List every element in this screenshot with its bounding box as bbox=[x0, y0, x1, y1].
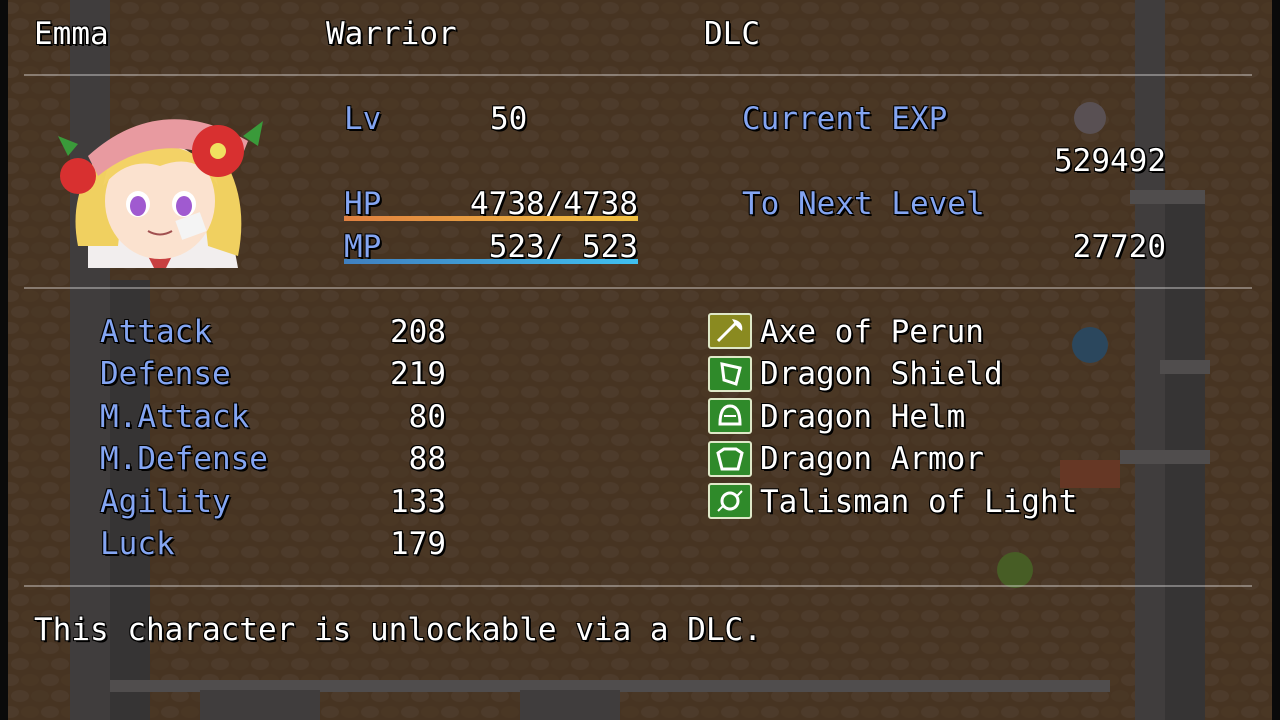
current-exp-label: Current EXP bbox=[742, 101, 948, 137]
separator-top bbox=[24, 74, 1252, 76]
character-portrait bbox=[58, 119, 263, 268]
level-label: Lv bbox=[344, 101, 382, 137]
param-label-mattack: M.Attack bbox=[100, 399, 250, 435]
level-value: 50 bbox=[490, 101, 528, 137]
param-value-mattack: 80 bbox=[408, 399, 446, 435]
param-label-mdefense: M.Defense bbox=[100, 441, 268, 477]
helm-icon bbox=[708, 398, 752, 434]
hp-gauge bbox=[344, 216, 638, 221]
window-frame-right bbox=[1272, 0, 1280, 720]
character-description: This character is unlockable via a DLC. bbox=[34, 612, 762, 648]
param-value-agility: 133 bbox=[390, 484, 446, 520]
equip-name-weapon: Axe of Perun bbox=[760, 314, 984, 350]
talisman-icon bbox=[708, 483, 752, 519]
separator-bottom bbox=[24, 585, 1252, 587]
shield-icon bbox=[708, 356, 752, 392]
window-frame-left bbox=[0, 0, 8, 720]
param-label-attack: Attack bbox=[100, 314, 212, 350]
param-label-agility: Agility bbox=[100, 484, 231, 520]
param-value-luck: 179 bbox=[390, 526, 446, 562]
current-exp-value: 529492 bbox=[1054, 143, 1166, 179]
equip-name-accessory: Talisman of Light bbox=[760, 484, 1078, 520]
param-label-luck: Luck bbox=[100, 526, 175, 562]
actor-name: Emma bbox=[34, 16, 109, 52]
armor-icon bbox=[708, 441, 752, 477]
axe-icon bbox=[708, 313, 752, 349]
equip-name-shield: Dragon Shield bbox=[760, 356, 1003, 392]
equip-name-body: Dragon Armor bbox=[760, 441, 984, 477]
separator-middle bbox=[24, 287, 1252, 289]
mp-gauge bbox=[344, 259, 638, 264]
param-value-mdefense: 88 bbox=[408, 441, 446, 477]
actor-nickname: DLC bbox=[704, 16, 760, 52]
param-label-defense: Defense bbox=[100, 356, 231, 392]
param-value-attack: 208 bbox=[390, 314, 446, 350]
param-value-defense: 219 bbox=[390, 356, 446, 392]
next-level-label: To Next Level bbox=[742, 186, 985, 222]
next-level-value: 27720 bbox=[1072, 229, 1166, 265]
actor-class: Warrior bbox=[326, 16, 457, 52]
equip-name-head: Dragon Helm bbox=[760, 399, 966, 435]
status-window: Emma Warrior DLC Lv 50 HP 4738/4738 MP 5… bbox=[0, 0, 1280, 720]
